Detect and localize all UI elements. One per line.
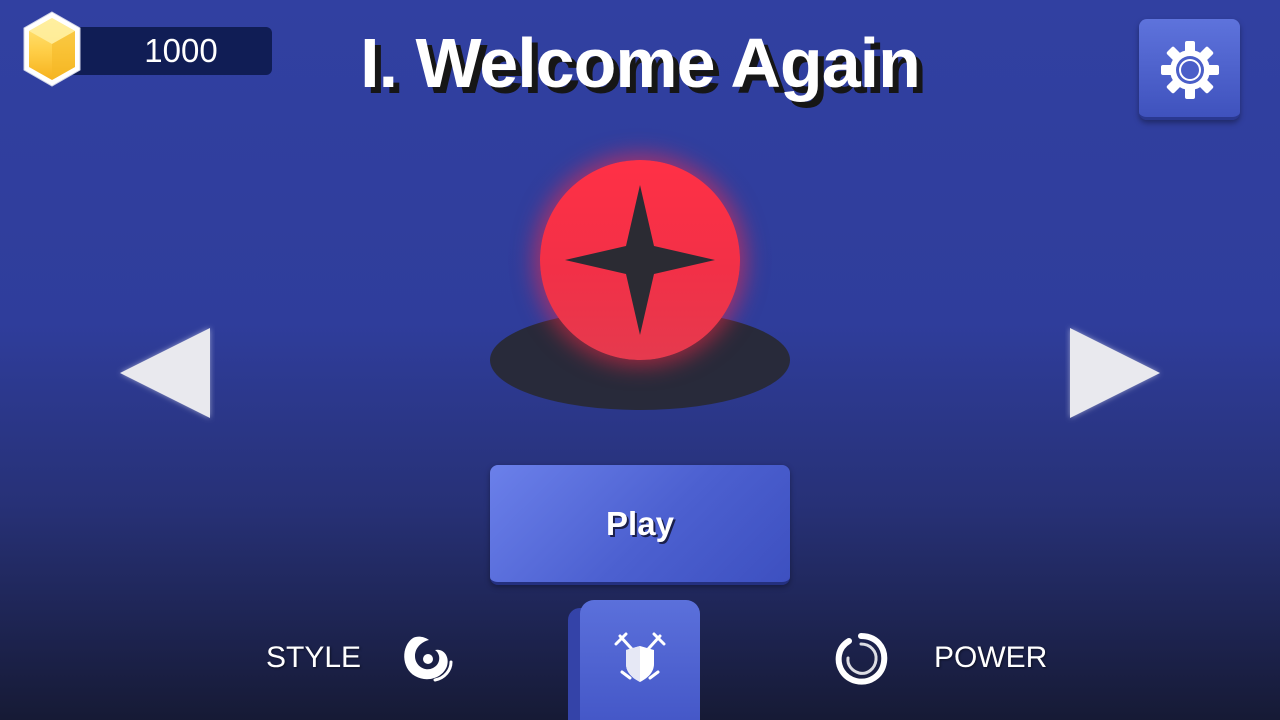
- previous-arrow-icon[interactable]: [115, 323, 215, 423]
- level-title: I. Welcome Again: [360, 24, 921, 102]
- coin-icon: [23, 11, 81, 87]
- shuriken-icon: [565, 185, 715, 335]
- crossed-swords-shield-icon[interactable]: [610, 628, 670, 688]
- power-tab-label[interactable]: POWER: [934, 638, 1047, 678]
- next-arrow-icon[interactable]: [1065, 323, 1165, 423]
- swirl-icon[interactable]: [395, 630, 455, 688]
- gear-icon[interactable]: [1159, 39, 1221, 101]
- play-button-label[interactable]: Play: [490, 465, 790, 582]
- style-tab-label[interactable]: STYLE: [266, 638, 361, 678]
- coin-count: 1000: [144, 32, 218, 69]
- ring-icon[interactable]: [832, 630, 890, 688]
